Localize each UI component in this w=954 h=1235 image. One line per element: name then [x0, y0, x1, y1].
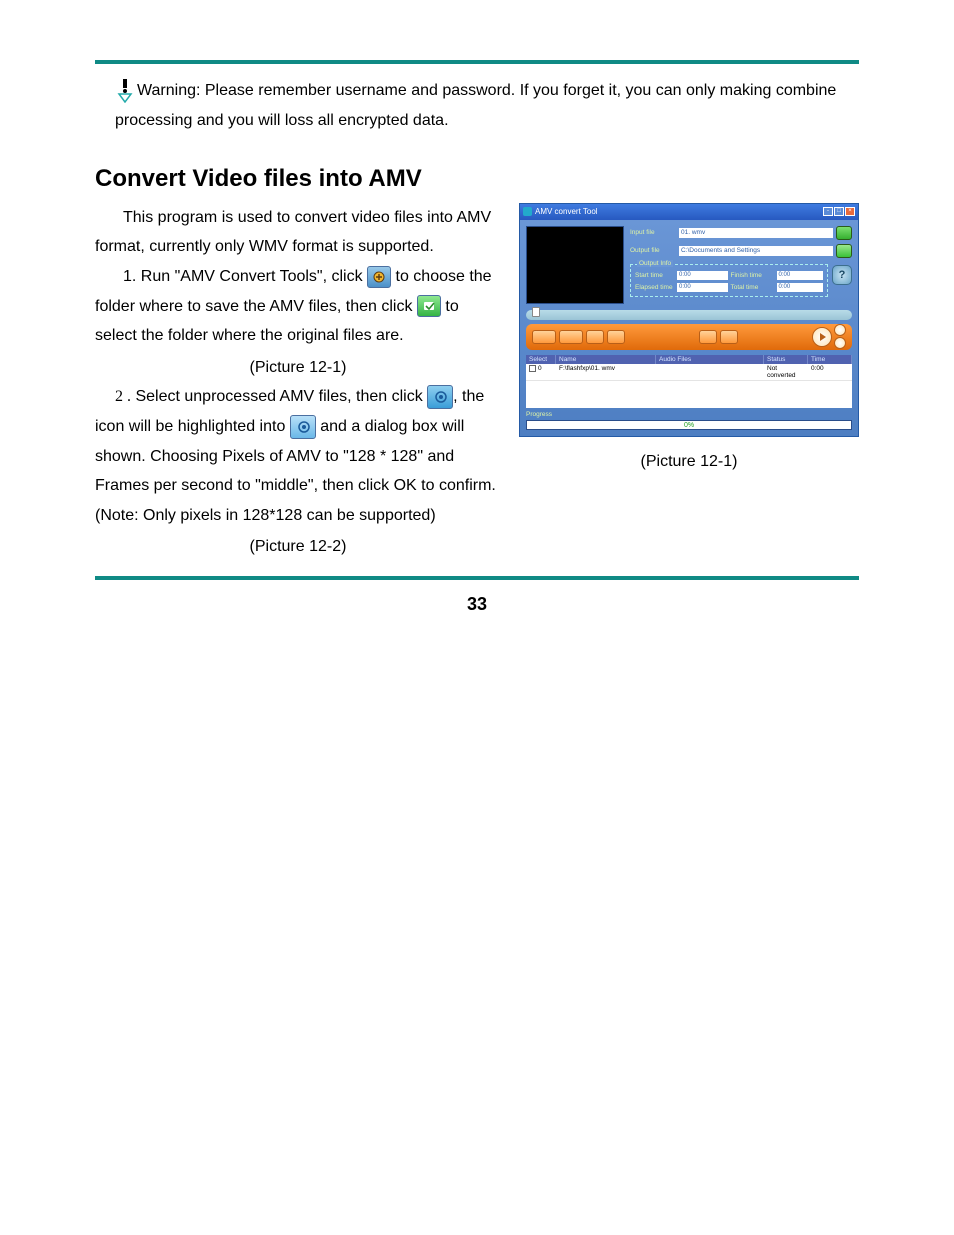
- help-button[interactable]: ?: [832, 265, 852, 285]
- page-number: 33: [95, 594, 859, 615]
- finish-time-value: 0:00: [777, 271, 824, 280]
- step2-part-a: Select unprocessed AMV files, then click: [135, 388, 422, 405]
- maximize-button[interactable]: □: [834, 207, 844, 216]
- prev-track-button[interactable]: [834, 324, 846, 336]
- refresh-button[interactable]: [699, 330, 717, 344]
- settings-gear-icon: [427, 385, 453, 409]
- col-audio: Audio Files: [656, 355, 764, 364]
- progress-label: Progress: [526, 411, 552, 418]
- picture-ref-2: (Picture 12-2): [95, 532, 501, 562]
- control-button-2[interactable]: [559, 330, 583, 344]
- two-column-layout: This program is used to convert video fi…: [95, 203, 859, 562]
- row-name: F:\flashfxp\01. wmv: [556, 364, 656, 380]
- picture-ref-1: (Picture 12-1): [95, 353, 501, 383]
- section-heading: Convert Video files into AMV: [95, 165, 859, 193]
- elapsed-time-value: 0:00: [677, 283, 728, 292]
- elapsed-time-label: Elapsed time: [635, 284, 675, 291]
- total-time-label: Total time: [731, 284, 775, 291]
- next-track-button[interactable]: [834, 337, 846, 349]
- settings-gear-highlighted-icon: [290, 415, 316, 439]
- control-button-1[interactable]: [532, 330, 556, 344]
- amv-converter-window: AMV convert Tool - □ × Input file: [519, 203, 859, 437]
- window-body: Input file 01. wmv Output file C:\Docume…: [520, 220, 858, 436]
- window-app-icon: [523, 207, 532, 216]
- col-time: Time: [808, 355, 852, 364]
- close-button[interactable]: ×: [845, 207, 855, 216]
- col-status: Status: [764, 355, 808, 364]
- row-checkbox[interactable]: [529, 365, 536, 372]
- window-titlebar[interactable]: AMV convert Tool - □ ×: [520, 204, 858, 220]
- figure-caption: (Picture 12-1): [519, 453, 859, 471]
- seek-slider[interactable]: [526, 310, 852, 320]
- warning-icon: [115, 79, 135, 103]
- input-file-field[interactable]: 01. wmv: [679, 228, 833, 238]
- col-name: Name: [556, 355, 656, 364]
- output-info-title: Output Info: [637, 260, 673, 267]
- progress-bar: 0%: [526, 420, 852, 430]
- input-file-label: Input file: [630, 229, 676, 236]
- output-file-field[interactable]: C:\Documents and Settings: [679, 246, 833, 256]
- step-2: 2 . Select unprocessed AMV files, then c…: [95, 382, 501, 530]
- file-list-grid[interactable]: 0 F:\flashfxp\01. wmv Not converted 0:00: [526, 364, 852, 408]
- top-rule: [95, 60, 859, 64]
- body-text-column: This program is used to convert video fi…: [95, 203, 501, 562]
- output-info-group: Output Info Start time0:00 Finish time0:…: [630, 264, 828, 297]
- folder-open-icon: [417, 295, 441, 317]
- browse-input-button[interactable]: [836, 226, 852, 240]
- document-page: Warning: Please remember username and pa…: [0, 0, 954, 645]
- stop-button[interactable]: [720, 330, 738, 344]
- video-preview: [526, 226, 624, 304]
- intro-paragraph: This program is used to convert video fi…: [95, 203, 501, 262]
- step1-part-a: 1. Run "AMV Convert Tools", click: [123, 268, 367, 285]
- file-list-header: Select Name Audio Files Status Time: [526, 355, 852, 364]
- fields-area: Input file 01. wmv Output file C:\Docume…: [630, 226, 852, 304]
- row-audio: [656, 364, 764, 380]
- figure-column: AMV convert Tool - □ × Input file: [519, 203, 859, 562]
- bottom-rule: [95, 576, 859, 580]
- row-status: Not converted: [764, 364, 808, 380]
- total-time-value: 0:00: [777, 283, 824, 292]
- row-time: 0:00: [808, 364, 852, 380]
- minimize-button[interactable]: -: [823, 207, 833, 216]
- control-button-4[interactable]: [607, 330, 625, 344]
- output-file-label: Output file: [630, 247, 676, 254]
- progress-value: 0%: [684, 421, 694, 431]
- row-select-mark: 0: [538, 365, 542, 372]
- finish-time-label: Finish time: [731, 272, 775, 279]
- browse-output-button[interactable]: [836, 244, 852, 258]
- slider-thumb[interactable]: [532, 307, 540, 317]
- progress-section: Progress 0%: [526, 411, 852, 430]
- warning-block: Warning: Please remember username and pa…: [95, 76, 859, 137]
- control-button-3[interactable]: [586, 330, 604, 344]
- step2-number: 2 .: [115, 388, 131, 405]
- control-bar: [526, 324, 852, 350]
- folder-save-icon: [367, 266, 391, 288]
- play-icon: [820, 333, 826, 341]
- start-time-label: Start time: [635, 272, 675, 279]
- start-time-value: 0:00: [677, 271, 728, 280]
- step-1: 1. Run "AMV Convert Tools", click to cho…: [95, 262, 501, 351]
- play-button[interactable]: [812, 327, 832, 347]
- window-title: AMV convert Tool: [535, 207, 598, 216]
- col-select: Select: [526, 355, 556, 364]
- warning-text: Warning: Please remember username and pa…: [115, 82, 836, 129]
- table-row[interactable]: 0 F:\flashfxp\01. wmv Not converted 0:00: [526, 364, 852, 381]
